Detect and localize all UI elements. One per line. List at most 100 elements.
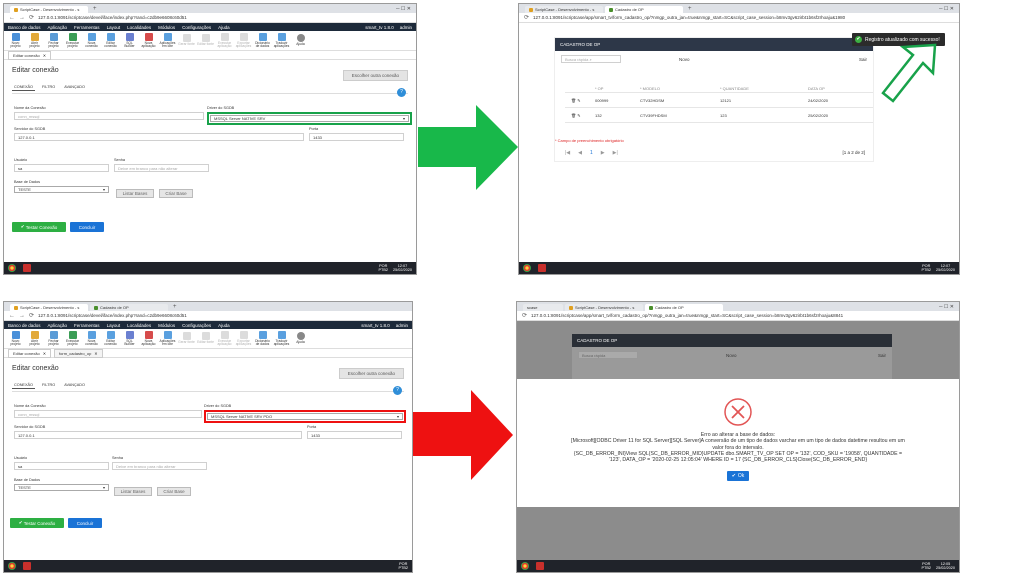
tab-advanced[interactable]: AVANÇADO [62, 382, 87, 389]
chrome-taskbar-icon[interactable] [8, 562, 16, 570]
create-database-button[interactable]: Criar Base [159, 189, 193, 198]
user-name[interactable]: admin [396, 323, 408, 328]
menu-item[interactable]: Ajuda [218, 25, 230, 30]
menu-item[interactable]: Localidades [127, 25, 151, 30]
menu-item[interactable]: Banco de dados [8, 25, 41, 30]
tab-filter[interactable]: FILTRO [40, 84, 57, 91]
server-field[interactable]: 127.0.0.1 [14, 133, 304, 141]
menu-item[interactable]: Layout [107, 25, 121, 30]
lang-indicator[interactable]: POR PTB2 [399, 562, 409, 570]
exit-button[interactable]: Sair [859, 57, 867, 62]
forward-icon[interactable]: → [19, 313, 25, 319]
list-databases-button[interactable]: Listar Bases [116, 189, 154, 198]
tool-button[interactable]: Executar projeto [64, 330, 81, 347]
address-bar[interactable]: ← → ⟳ 127.0.0.1:8091/scriptcase/devel/if… [4, 311, 412, 321]
address-bar[interactable]: ⟳ 127.0.0.1:8091/scriptcase/app/smart_tv… [517, 311, 959, 321]
new-tab-icon[interactable]: + [688, 6, 692, 12]
tool-button[interactable]: Abrir projeto [26, 32, 43, 49]
password-field[interactable]: Deixe em branco para não alterar [114, 164, 209, 172]
tool-button[interactable]: Editar conexão [102, 32, 119, 49]
reload-icon[interactable]: ⟳ [29, 312, 34, 319]
project-name[interactable]: smart_tv 1.8.0 [365, 25, 394, 30]
driver-select[interactable]: MSSQL Server NATIVE SRV PDO ▾ [207, 413, 403, 420]
new-button[interactable]: Novo [726, 353, 737, 358]
tab-advanced[interactable]: AVANÇADO [62, 84, 87, 91]
port-field[interactable]: 1433 [307, 431, 402, 439]
next-page-icon[interactable]: ▶ [601, 150, 605, 156]
tool-button[interactable]: Nova aplicação [140, 32, 157, 49]
test-connection-button[interactable]: ✔ Testar Conexão [12, 222, 66, 232]
tool-button[interactable]: Fechar projeto [45, 330, 62, 347]
url-text[interactable]: 127.0.0.1:8091/scriptcase/app/smart_tv/f… [533, 15, 954, 20]
done-button[interactable]: Concluir [68, 518, 102, 528]
menu-item[interactable]: Banco de dados [8, 323, 41, 328]
driver-select[interactable]: MSSQL Server NATIVE SRV ▾ [210, 115, 409, 122]
port-field[interactable]: 1433 [309, 133, 404, 141]
delete-icon[interactable]: 🗑 [571, 113, 576, 118]
tool-button[interactable]: Exportar aplicações [235, 32, 252, 49]
app-taskbar-icon[interactable] [536, 562, 544, 570]
prev-page-icon[interactable]: ◀ [578, 150, 582, 156]
lang-indicator[interactable]: POR PTB2 [921, 562, 931, 570]
tool-button[interactable]: Ajuda [292, 332, 309, 344]
edit-icon[interactable]: ✎ [577, 98, 580, 103]
subtab-edit-connection[interactable]: Editar conexão ✕ [8, 50, 52, 60]
browser-tab-op[interactable]: Cadastro de OP [90, 304, 168, 311]
tool-button[interactable]: SQL Builder [121, 330, 138, 347]
first-page-icon[interactable]: |◀ [565, 150, 570, 156]
menu-item[interactable]: Ajuda [218, 323, 230, 328]
tab-filter[interactable]: FILTRO [40, 382, 57, 389]
chrome-taskbar-icon[interactable] [521, 562, 529, 570]
chrome-taskbar-icon[interactable] [523, 264, 531, 272]
database-select[interactable]: TESTE ▾ [14, 484, 109, 491]
tool-button[interactable]: Traduzir aplicações [273, 32, 290, 49]
forward-icon[interactable]: → [19, 15, 25, 21]
lang-indicator[interactable]: POR PTB2 [921, 264, 931, 272]
create-database-button[interactable]: Criar Base [157, 487, 191, 496]
last-page-icon[interactable]: ▶| [613, 150, 618, 156]
tool-button[interactable]: Executar projeto [64, 32, 81, 49]
menu-item[interactable]: Configurações [182, 323, 211, 328]
tool-button[interactable]: Ajuda [292, 34, 309, 46]
test-connection-button[interactable]: ✔ Testar Conexão [10, 518, 64, 528]
tool-button[interactable]: Novo projeto [7, 330, 24, 347]
tool-button[interactable]: Dicionário de dados [254, 330, 271, 347]
new-tab-icon[interactable]: + [93, 6, 97, 12]
tool-button[interactable]: Editar conexão [102, 330, 119, 347]
menu-item[interactable]: Aplicação [48, 323, 68, 328]
tool-button[interactable]: Exportar aplicações [235, 330, 252, 347]
help-icon[interactable]: ? [393, 386, 402, 395]
window-controls[interactable]: ─ ☐ ✕ [934, 6, 959, 12]
new-tab-icon[interactable]: + [173, 304, 177, 310]
tab-connection[interactable]: CONEXÃO [12, 382, 35, 389]
clock[interactable]: 12:07 25/02/2020 [936, 264, 955, 272]
menu-item[interactable]: Aplicação [48, 25, 68, 30]
ok-button[interactable]: ✔ Ok [726, 471, 750, 482]
table-row[interactable]: 🗑 ✎ 000999 CTV32HDSM 12121 24/02/2020 [565, 93, 873, 108]
app-taskbar-icon[interactable] [23, 562, 31, 570]
tool-button[interactable]: Abrir projeto [26, 330, 43, 347]
browser-tab-scriptcase[interactable]: ScriptCase - Desenvolvimento - s [10, 304, 88, 311]
tool-button[interactable]: Editar fonte [197, 332, 214, 344]
lang-indicator[interactable]: POR PTB2 [378, 264, 388, 272]
app-taskbar-icon[interactable] [538, 264, 546, 272]
project-name[interactable]: smart_tv 1.8.0 [361, 323, 390, 328]
tool-button[interactable]: Nova aplicação [140, 330, 157, 347]
reload-icon[interactable]: ⟳ [29, 14, 34, 21]
tool-button[interactable]: Gerar fonte [178, 34, 195, 46]
browser-tab-scriptcase[interactable]: ScriptCase - Desenvolvimento - s [565, 304, 643, 311]
menu-item[interactable]: Localidades [127, 323, 151, 328]
back-icon[interactable]: ← [9, 15, 15, 21]
exit-button[interactable]: Sair [878, 353, 886, 358]
tool-button[interactable]: Dicionário de dados [254, 32, 271, 49]
tool-button[interactable]: Executar aplicação [216, 330, 233, 347]
close-icon[interactable]: ✕ [94, 351, 97, 356]
user-field[interactable]: sa [14, 462, 109, 470]
browser-tab-op[interactable]: Cadastro de OP [605, 6, 683, 13]
tool-button[interactable]: Traduzir aplicações [273, 330, 290, 347]
tool-button[interactable]: Editar fonte [197, 34, 214, 46]
menu-item[interactable]: Configurações [182, 25, 211, 30]
choose-connection-button[interactable]: Escolher outra conexão [342, 70, 408, 81]
user-name[interactable]: admin [400, 25, 412, 30]
tab-connection[interactable]: CONEXÃO [12, 84, 35, 91]
